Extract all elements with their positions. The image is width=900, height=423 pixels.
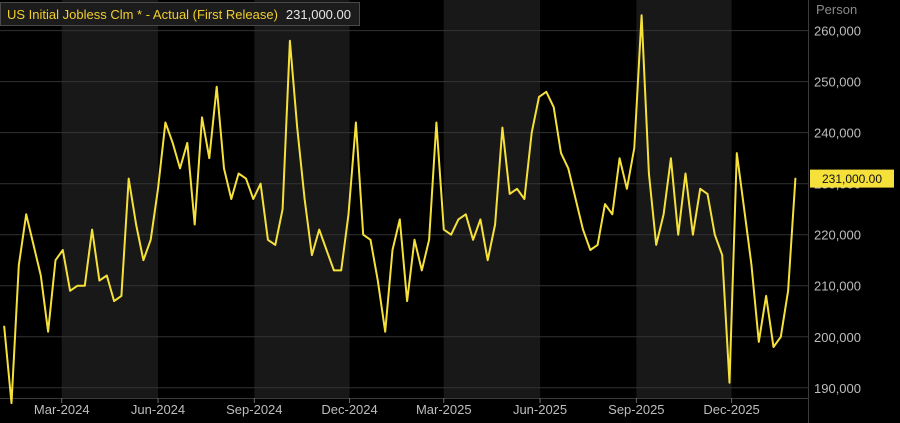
- legend: US Initial Jobless Clm * - Actual (First…: [0, 2, 360, 26]
- y-unit-label: Person: [816, 2, 858, 17]
- y-tick-label: 200,000: [814, 330, 861, 345]
- x-axis: Mar-2024 Jun-2024 Sep-2024 Dec-2024 Mar-2025…: [0, 398, 808, 417]
- period-bands: [61, 0, 732, 398]
- y-tick-label: 190,000: [814, 381, 861, 396]
- y-tick-label: 210,000: [814, 279, 861, 294]
- x-tick-label: Dec-2025: [703, 402, 759, 417]
- y-tick-label: 220,000: [814, 228, 861, 243]
- legend-series-name: US Initial Jobless Clm * - Actual (First…: [7, 6, 278, 22]
- x-tick-label: Mar-2025: [416, 402, 472, 417]
- y-tick-label: 250,000: [814, 75, 861, 90]
- period-band: [61, 0, 159, 398]
- line-chart: Mar-2024 Jun-2024 Sep-2024 Dec-2024 Mar-2025…: [0, 0, 894, 423]
- x-tick-label: Sep-2025: [608, 402, 664, 417]
- last-value-label: 231,000.00: [822, 172, 882, 186]
- legend-series-value: 231,000.00: [285, 6, 351, 22]
- x-tick-label: Mar-2024: [34, 402, 90, 417]
- x-tick-label: Dec-2024: [321, 402, 377, 417]
- chart-container: Mar-2024 Jun-2024 Sep-2024 Dec-2024 Mar-2025…: [0, 0, 900, 423]
- period-band: [254, 0, 350, 398]
- x-tick-label: Jun-2024: [131, 402, 185, 417]
- period-band: [443, 0, 541, 398]
- y-axis: 190,000200,000210,000220,000230,000240,0…: [808, 0, 861, 423]
- y-tick-label: 240,000: [814, 126, 861, 141]
- x-tick-label: Jun-2025: [513, 402, 567, 417]
- last-value-tag: 231,000.00: [810, 169, 894, 188]
- y-tick-label: 260,000: [814, 24, 861, 39]
- x-tick-label: Sep-2024: [226, 402, 282, 417]
